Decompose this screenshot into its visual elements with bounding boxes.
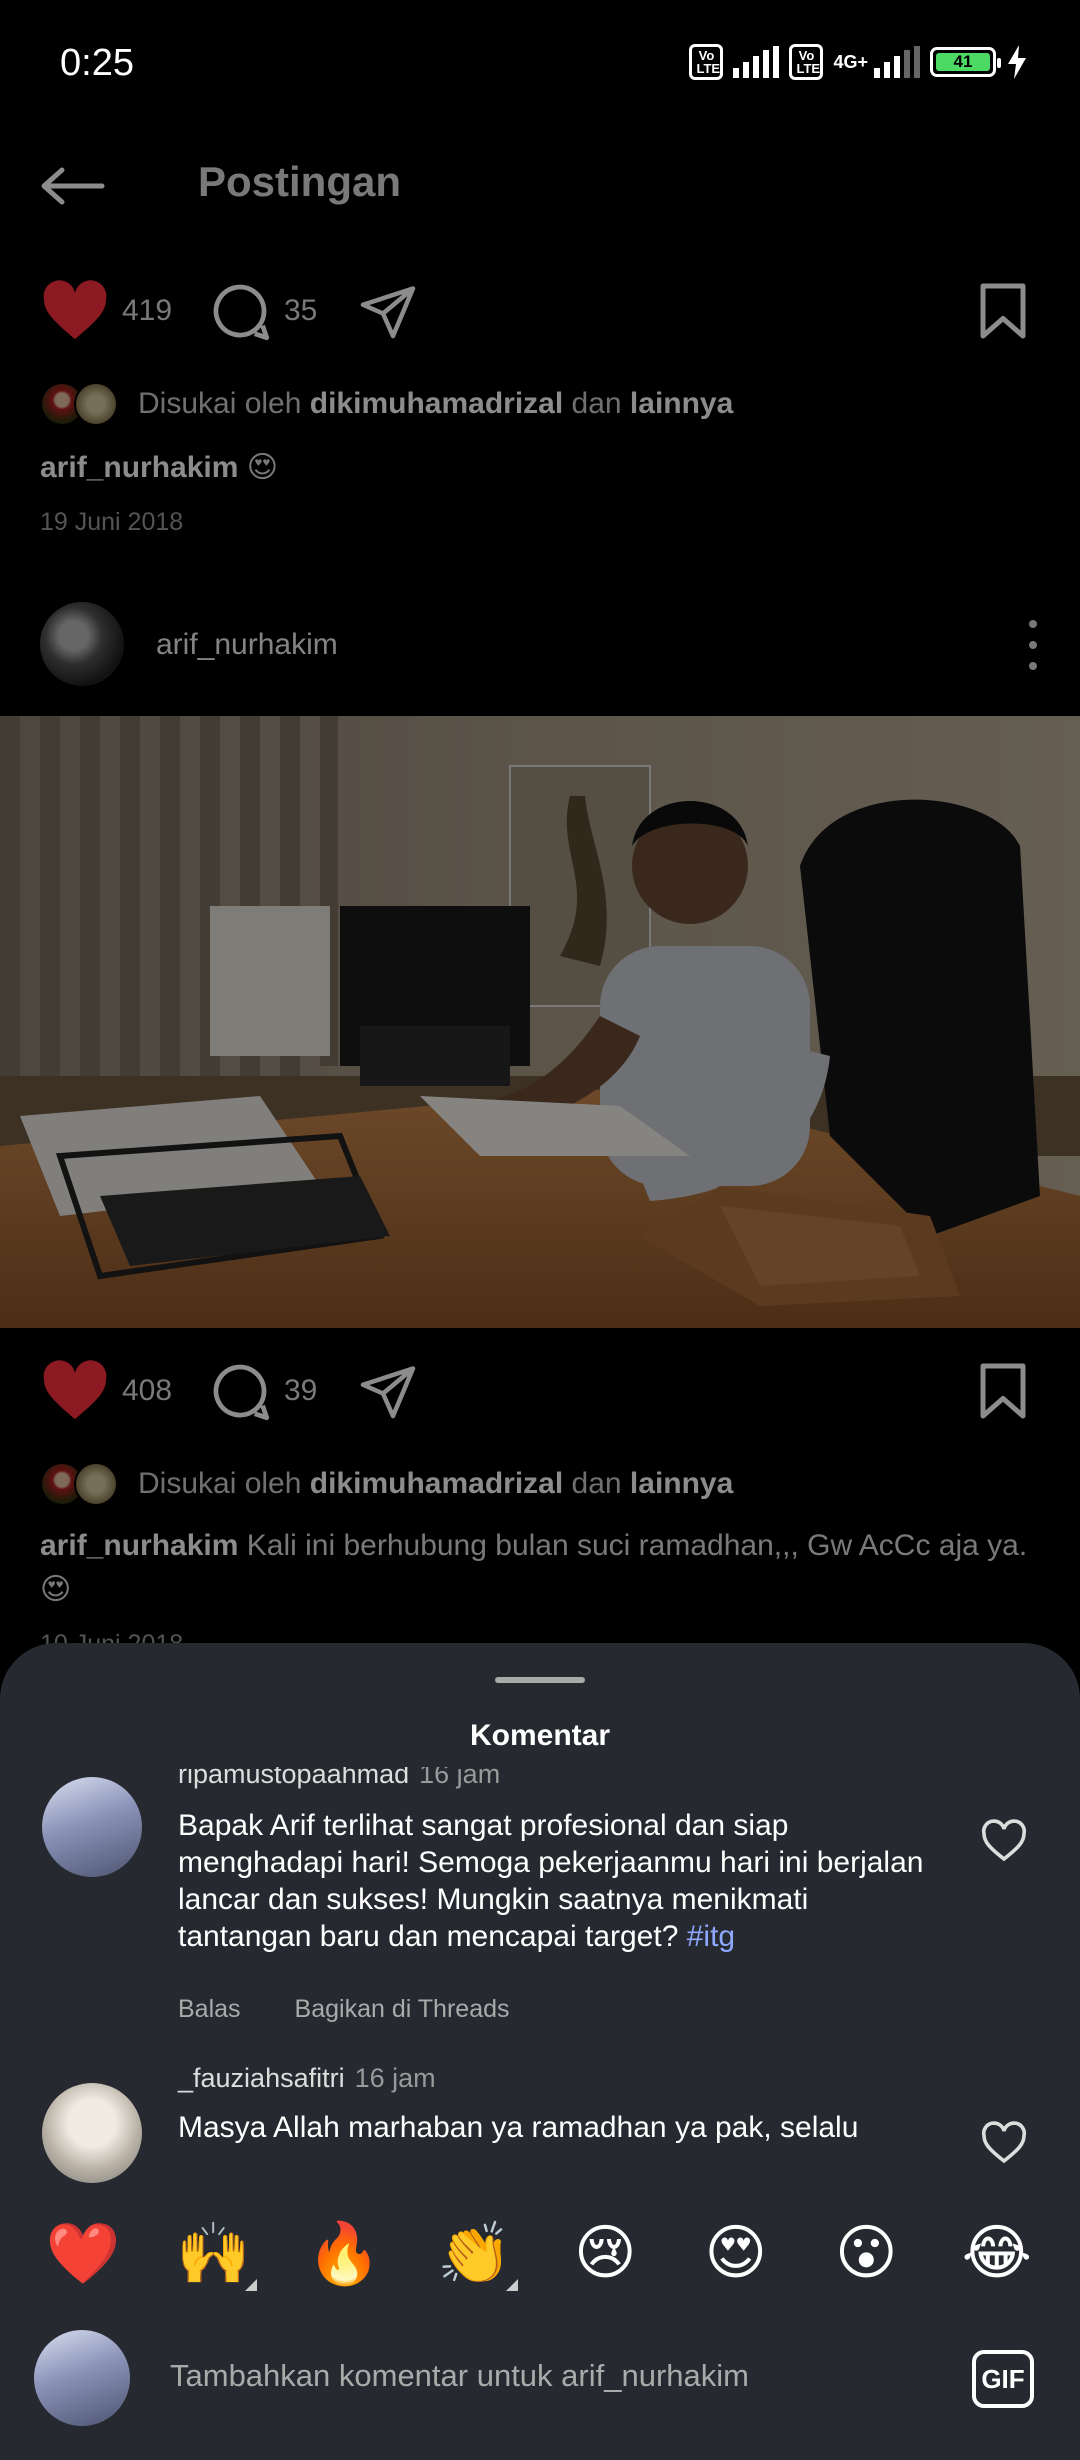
post-date: 19 Juni 2018	[40, 508, 184, 536]
comment-header: _fauziahsafitri 16 jam	[178, 2063, 436, 2094]
emoji-laughing-button[interactable]: 😂	[952, 2218, 1042, 2288]
heart-outline-icon[interactable]	[980, 1817, 1028, 1865]
back-button[interactable]	[40, 156, 110, 216]
share-button[interactable]	[356, 266, 420, 356]
comment-count: 39	[284, 1374, 318, 1407]
caption-text: 😍	[246, 451, 279, 484]
emoji-raising-hands-button[interactable]: 🙌	[169, 2218, 259, 2291]
caption-username[interactable]: arif_nurhakim	[40, 451, 238, 484]
like-count: 408	[122, 1374, 173, 1407]
liked-by-row[interactable]: Disukai oleh dikimuhamadrizal dan lainny…	[40, 1462, 733, 1506]
avatar	[34, 2330, 130, 2426]
send-icon	[360, 286, 416, 339]
status-icons: Vo LTE Vo LTE 4G+ 41	[689, 44, 1028, 80]
network-type-label: 4G+	[833, 52, 868, 72]
emoji-glyph: 🙌	[176, 2219, 252, 2287]
liked-by-others[interactable]: lainnya	[630, 387, 733, 421]
comment-button[interactable]: 35	[208, 266, 317, 356]
comment-icon	[213, 1364, 270, 1421]
liked-by-prefix: Disukai oleh	[138, 387, 302, 420]
sheet-drag-handle[interactable]	[495, 1677, 585, 1683]
comment-icon	[213, 284, 270, 341]
post-actions: 419 35	[0, 266, 1080, 356]
emoji-fire-button[interactable]: 🔥	[299, 2218, 389, 2289]
liked-by-others[interactable]: lainnya	[630, 1467, 733, 1501]
avatar[interactable]	[42, 2083, 142, 2183]
sheet-title: Komentar	[469, 1719, 611, 1752]
like-button[interactable]: 419	[40, 266, 172, 356]
signal-icon	[733, 46, 780, 78]
post-header: arif_nurhakim	[0, 600, 1080, 690]
emoji-glyph: 👏	[437, 2219, 513, 2287]
post-caption: arif_nurhakim Kali ini berhubung bulan s…	[40, 1524, 1050, 1612]
liked-by-row[interactable]: Disukai oleh dikimuhamadrizal dan lainny…	[40, 382, 733, 426]
back-arrow-icon	[41, 167, 105, 205]
emoji-clapping-button[interactable]: 👏	[430, 2218, 520, 2291]
status-bar: 0:25 Vo LTE Vo LTE 4G+ 41	[0, 0, 1080, 130]
comment-text: Bapak Arif terlihat sangat profesional d…	[178, 1807, 938, 1955]
comment-username[interactable]: _fauziahsafitri	[178, 2063, 345, 2093]
caption-username[interactable]: arif_nurhakim	[40, 1529, 238, 1562]
signal-icon	[874, 46, 920, 78]
like-button[interactable]: 408	[40, 1346, 172, 1436]
liked-by-prefix: Disukai oleh	[138, 1467, 302, 1500]
comment-header: ripamustopaahmad 16 jam	[178, 1767, 500, 1790]
emoji-heart-button[interactable]: ❤️	[38, 2218, 128, 2289]
page-title: Postingan	[198, 158, 402, 205]
share-to-threads-button[interactable]: Bagikan di Threads	[295, 1995, 510, 2024]
app-header: Postingan	[0, 130, 1080, 240]
like-count: 419	[122, 294, 173, 327]
comment-body: Bapak Arif terlihat sangat profesional d…	[178, 1809, 924, 1953]
emoji-crying-button[interactable]: 😢	[560, 2218, 650, 2288]
charging-icon	[1008, 45, 1026, 79]
battery-level: 41	[936, 53, 990, 71]
avatar[interactable]	[42, 1777, 142, 1877]
send-icon	[360, 1366, 416, 1419]
heart-filled-icon	[43, 1360, 107, 1420]
office-photo	[0, 716, 1080, 1328]
comment-count: 35	[284, 294, 318, 327]
more-options-button[interactable]	[1026, 620, 1040, 670]
liked-by-and: dan	[571, 1467, 622, 1500]
post-username[interactable]: arif_nurhakim	[156, 628, 338, 662]
emoji-heart-eyes-button[interactable]: 😍	[691, 2218, 781, 2288]
comment-compose-bar: GIF	[0, 2288, 1080, 2460]
reply-button[interactable]: Balas	[178, 1995, 241, 2024]
avatar	[74, 1462, 118, 1506]
liked-by-user[interactable]: dikimuhamadrizal	[310, 1467, 563, 1501]
post-actions: 408 39	[0, 1346, 1080, 1436]
comment-time: 16 jam	[354, 2063, 436, 2093]
avatar	[74, 382, 118, 426]
comments-sheet: Komentar ripamustopaahmad 16 jam Bapak Ar…	[0, 1643, 1080, 2460]
hashtag-link[interactable]: #itg	[687, 1920, 735, 1953]
heart-outline-icon[interactable]	[980, 2119, 1028, 2167]
emoji-surprised-button[interactable]: 😮	[821, 2218, 911, 2288]
save-button[interactable]	[976, 1346, 1030, 1436]
liked-by-user[interactable]: dikimuhamadrizal	[310, 387, 563, 421]
comment-input[interactable]	[170, 2358, 950, 2394]
post-caption: arif_nurhakim 😍	[40, 446, 1050, 490]
post-photo[interactable]	[0, 716, 1080, 1328]
liked-by-and: dan	[571, 387, 622, 420]
battery-icon: 41	[930, 47, 1001, 77]
bookmark-icon	[980, 283, 1026, 339]
comment-actions: Balas Bagikan di Threads	[178, 1995, 510, 2024]
heart-filled-icon	[43, 280, 107, 340]
volte-icon: Vo LTE	[689, 44, 724, 80]
status-time: 0:25	[60, 42, 134, 84]
comment-text: Masya Allah marhaban ya ramadhan ya pak,…	[178, 2111, 859, 2144]
bookmark-icon	[980, 1363, 1026, 1419]
volte-icon: Vo LTE	[789, 44, 824, 80]
share-button[interactable]	[356, 1346, 420, 1436]
comment-username[interactable]: ripamustopaahmad	[178, 1767, 409, 1789]
comment-button[interactable]: 39	[208, 1346, 317, 1436]
avatar[interactable]	[40, 602, 124, 686]
comment-time: 16 jam	[419, 1767, 501, 1789]
gif-button[interactable]: GIF	[972, 2350, 1034, 2408]
save-button[interactable]	[976, 266, 1030, 356]
